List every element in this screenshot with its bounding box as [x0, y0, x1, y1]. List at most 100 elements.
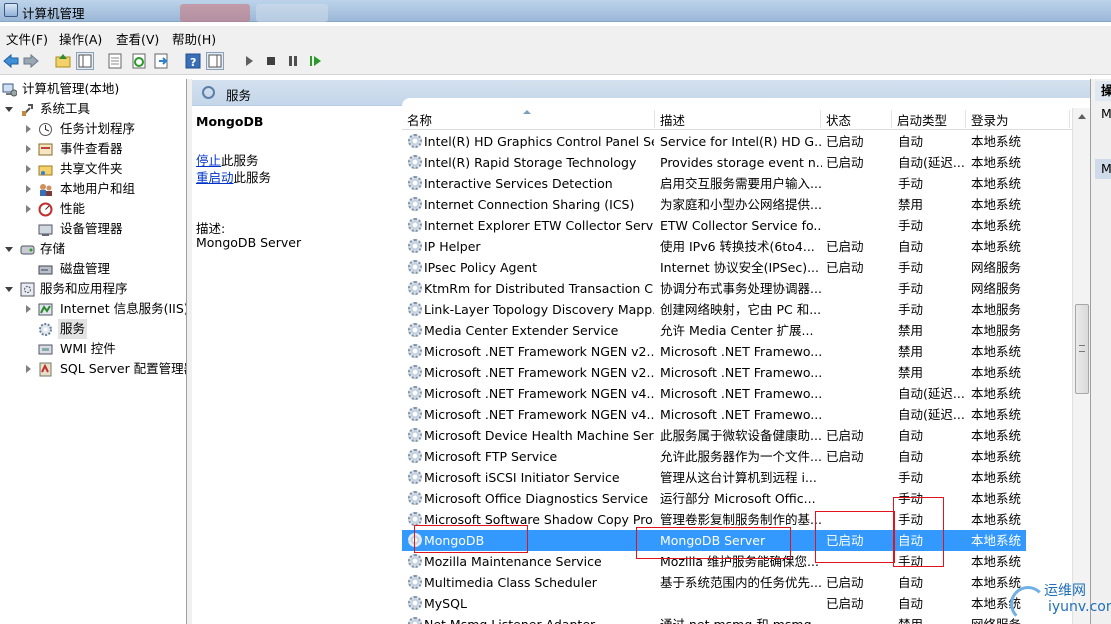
scrollbar-thumb[interactable]	[1075, 304, 1089, 394]
stop-service-link[interactable]: 停止	[196, 153, 221, 168]
expand-arrow-icon[interactable]	[5, 247, 13, 252]
refresh-icon[interactable]	[130, 52, 148, 70]
row-log-on-as: 本地服务	[971, 302, 1022, 317]
sql-server-icon	[38, 362, 53, 377]
row-log-on-as: 本地系统	[971, 407, 1022, 422]
menu-action[interactable]: 操作(A)	[59, 29, 102, 48]
expand-arrow-icon[interactable]	[26, 125, 31, 133]
service-row[interactable]: Microsoft .NET Framework NGEN v4.... Micr…	[402, 383, 1026, 404]
row-status: 已启动	[826, 260, 864, 275]
row-startup-type: 自动	[898, 449, 924, 464]
service-row[interactable]: Interactive Services Detection 启用交互服务需要用户…	[402, 173, 1026, 194]
export-icon[interactable]	[152, 52, 170, 70]
row-name: Internet Explorer ETW Collector Servi...	[424, 218, 654, 233]
actions-item-services[interactable]: M	[1101, 106, 1111, 121]
row-startup-type: 自动	[898, 428, 924, 443]
service-row[interactable]: Microsoft .NET Framework NGEN v4.... Micr…	[402, 404, 1026, 425]
shared-folders-icon	[38, 162, 53, 177]
expand-arrow-icon[interactable]	[26, 165, 31, 173]
show-hide-tree-icon[interactable]	[76, 52, 94, 70]
restart-service-link[interactable]: 重启动	[196, 170, 234, 185]
service-row[interactable]: Microsoft FTP Service 允许此服务器作为一个文件... 已启动 自…	[402, 446, 1026, 467]
service-row[interactable]: Microsoft .NET Framework NGEN v2.... Micr…	[402, 362, 1026, 383]
column-header-status[interactable]: 状态	[821, 110, 892, 128]
service-gear-icon	[408, 470, 422, 484]
title-bar[interactable]: 计算机管理	[0, 0, 1111, 22]
service-row[interactable]: Intel(R) HD Graphics Control Panel Se...…	[402, 131, 1026, 152]
service-row[interactable]: Microsoft Office Diagnostics Service 运行部分…	[402, 488, 1026, 509]
service-row[interactable]: Internet Explorer ETW Collector Servi...…	[402, 215, 1026, 236]
scroll-up-arrow-icon[interactable]	[1078, 114, 1086, 119]
service-row[interactable]: Internet Connection Sharing (ICS) 为家庭和小型办…	[402, 194, 1026, 215]
service-gear-icon	[408, 260, 422, 274]
performance-icon	[38, 202, 53, 217]
actions-item-selected-service[interactable]: M	[1095, 159, 1111, 179]
service-gear-icon	[408, 218, 422, 232]
expand-arrow-icon[interactable]	[26, 365, 31, 373]
expand-arrow-icon[interactable]	[26, 205, 31, 213]
expand-arrow-icon[interactable]	[26, 305, 31, 313]
column-header-description[interactable]: 描述	[655, 110, 821, 128]
row-log-on-as: 本地系统	[971, 365, 1022, 380]
row-description: Microsoft .NET Framewo...	[660, 386, 822, 401]
up-folder-icon[interactable]	[54, 52, 72, 70]
service-row[interactable]: KtmRm for Distributed Transaction C... 协调…	[402, 278, 1026, 299]
back-icon[interactable]	[2, 52, 20, 70]
forward-icon[interactable]	[22, 52, 40, 70]
event-viewer-icon	[38, 142, 53, 157]
vertical-scrollbar[interactable]	[1072, 108, 1090, 624]
service-row[interactable]: Intel(R) Rapid Storage Technology Provide…	[402, 152, 1026, 173]
menu-file[interactable]: 文件(F)	[6, 29, 48, 48]
row-description: 启用交互服务需要用户输入...	[660, 176, 822, 191]
row-startup-type: 禁用	[898, 614, 968, 624]
service-row[interactable]: Microsoft .NET Framework NGEN v2.... Micr…	[402, 341, 1026, 362]
pause-icon[interactable]	[284, 52, 302, 70]
service-details-pane: MongoDB 停止此服务 重启动此服务 描述: MongoDB Server	[192, 106, 402, 624]
row-description: Provides storage event n...	[660, 155, 822, 170]
row-description: 此服务属于微软设备健康助...	[660, 428, 822, 443]
menu-bar: 文件(F) 操作(A) 查看(V) 帮助(H)	[0, 26, 1111, 48]
description-value: MongoDB Server	[196, 235, 302, 250]
service-row[interactable]: IP Helper 使用 IPv6 转换技术(6to4... 已启动 自动 本地系统	[402, 236, 1026, 257]
row-name: Link-Layer Topology Discovery Mapp...	[424, 302, 654, 317]
resume-icon[interactable]	[306, 52, 324, 70]
menu-view[interactable]: 查看(V)	[116, 29, 159, 48]
column-header-log-on-as[interactable]: 登录为	[966, 110, 1070, 128]
row-log-on-as: 本地服务	[971, 323, 1022, 338]
row-startup-type: 自动	[898, 575, 924, 590]
column-header-startup-type[interactable]: 启动类型	[892, 110, 966, 128]
row-status: 已启动	[826, 596, 864, 611]
service-row[interactable]: Media Center Extender Service 允许 Media Ce…	[402, 320, 1026, 341]
service-row[interactable]: Mozilla Maintenance Service Mozilla 维护服务能…	[402, 551, 1026, 572]
expand-arrow-icon[interactable]	[5, 107, 13, 112]
service-row[interactable]: Microsoft Device Health Machine Ser... 此服…	[402, 425, 1026, 446]
service-row[interactable]: MongoDB MongoDB Server 已启动 自动 本地系统	[402, 530, 1026, 551]
row-name: Microsoft .NET Framework NGEN v4....	[424, 386, 654, 401]
row-startup-type: 手动	[898, 176, 924, 191]
service-row[interactable]: MySQL 已启动 自动 本地系统	[402, 593, 1026, 614]
show-hide-action-pane-icon[interactable]	[206, 52, 224, 70]
row-name: Interactive Services Detection	[424, 176, 613, 191]
row-name: Net.Msmq Listener Adapter	[424, 614, 654, 624]
menu-help[interactable]: 帮助(H)	[172, 29, 216, 48]
service-row[interactable]: Net.Msmq Listener Adapter 通过 net.msmq 和 m…	[402, 614, 1026, 624]
services-icon	[38, 322, 53, 337]
row-description: Service for Intel(R) HD G...	[660, 134, 822, 149]
properties-icon[interactable]	[106, 52, 124, 70]
expand-arrow-icon[interactable]	[5, 287, 13, 292]
service-row[interactable]: Multimedia Class Scheduler 基于系统范围内的任务优先..…	[402, 572, 1026, 593]
row-startup-type: 禁用	[898, 344, 924, 359]
stop-icon[interactable]	[262, 52, 280, 70]
service-row[interactable]: Microsoft Software Shadow Copy Pro... 管理卷…	[402, 509, 1026, 530]
expand-arrow-icon[interactable]	[26, 145, 31, 153]
service-row[interactable]: Link-Layer Topology Discovery Mapp... 创建网…	[402, 299, 1026, 320]
row-log-on-as: 本地系统	[971, 428, 1022, 443]
service-row[interactable]: Microsoft iSCSI Initiator Service 管理从这台计算…	[402, 467, 1026, 488]
column-header-name[interactable]: 名称	[402, 110, 655, 128]
row-name: Intel(R) HD Graphics Control Panel Se...	[424, 134, 654, 149]
expand-arrow-icon[interactable]	[26, 185, 31, 193]
service-gear-icon	[408, 575, 422, 589]
service-row[interactable]: IPsec Policy Agent Internet 协议安全(IPSec)..…	[402, 257, 1026, 278]
play-icon[interactable]	[240, 52, 258, 70]
help-icon[interactable]: ?	[184, 52, 202, 70]
